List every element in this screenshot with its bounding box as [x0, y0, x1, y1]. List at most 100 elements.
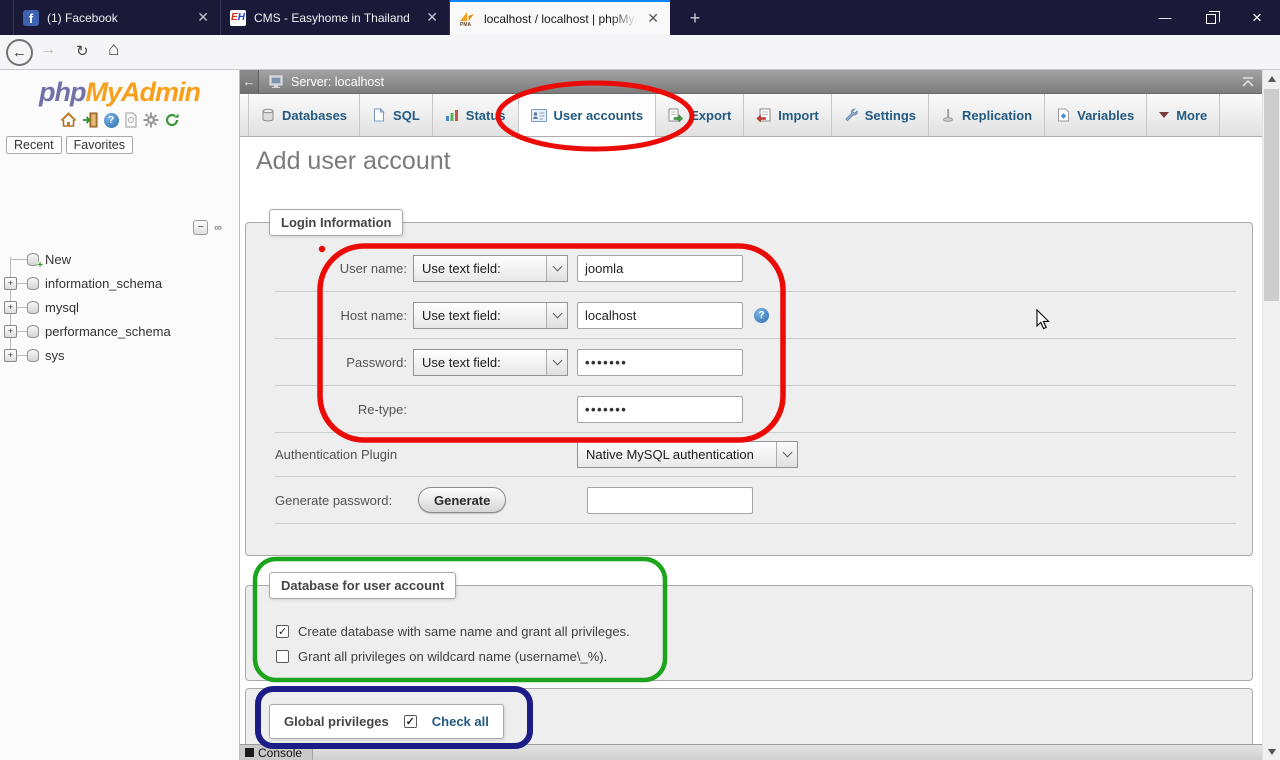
refresh-icon[interactable]: [164, 112, 180, 128]
help-icon[interactable]: ?: [104, 113, 119, 128]
retype-row: Re-type:: [275, 386, 1236, 433]
username-row: User name: Use text field:: [275, 245, 1236, 292]
hostname-label: Host name:: [275, 308, 407, 323]
tree-item-information-schema[interactable]: + information_schema: [0, 271, 240, 295]
restore-icon: [1206, 14, 1216, 24]
panel-back-button[interactable]: ←: [240, 70, 259, 94]
export-icon: [668, 108, 683, 122]
scrollbar-thumb[interactable]: [1264, 89, 1279, 301]
tab-title: (1) Facebook: [47, 11, 187, 25]
favorites-button[interactable]: Favorites: [66, 136, 133, 154]
expand-icon[interactable]: +: [4, 277, 17, 290]
password-input[interactable]: [577, 349, 743, 376]
variables-icon: [1057, 108, 1070, 122]
check-all-label[interactable]: Check all: [432, 714, 489, 729]
tab-databases[interactable]: Databases: [248, 94, 360, 136]
forward-button[interactable]: →: [40, 41, 56, 59]
expand-icon[interactable]: +: [4, 325, 17, 338]
username-type-select[interactable]: Use text field:: [413, 255, 568, 282]
database-icon: [27, 325, 39, 338]
browser-tab-facebook[interactable]: f (1) Facebook ✕: [13, 0, 221, 35]
create-db-checkbox-row: ✓ Create database with same name and gra…: [276, 619, 1236, 644]
database-icon: [27, 301, 39, 314]
page-title: Add user account: [256, 147, 1262, 176]
pma-sidebar: phpMyAdmin ?: [0, 70, 240, 760]
check-all-checkbox[interactable]: ✓: [404, 715, 417, 728]
browser-tab-phpmyadmin-active[interactable]: PMA localhost / localhost | phpMyAd ✕: [450, 0, 670, 35]
tab-status[interactable]: Status: [433, 94, 519, 136]
import-icon: [756, 108, 771, 122]
settings-gear-icon[interactable]: [143, 112, 159, 128]
login-information-legend: Login Information: [269, 209, 403, 236]
collapse-all-icon[interactable]: −: [193, 220, 208, 235]
tree-item-performance-schema[interactable]: + performance_schema: [0, 319, 240, 343]
vertical-scrollbar: [1262, 70, 1280, 760]
auth-plugin-select[interactable]: Native MySQL authentication: [577, 441, 798, 468]
create-db-checkbox[interactable]: ✓: [276, 625, 289, 638]
minimize-button[interactable]: —: [1142, 0, 1188, 35]
page-content: Add user account Login Information User …: [240, 137, 1262, 744]
tab-settings[interactable]: Settings: [832, 94, 929, 136]
back-button[interactable]: ←: [6, 39, 33, 66]
browser-toolbar: ← → ↻ ⌂ i localhost/phpMyAdmin/server_pr…: [0, 35, 1280, 70]
generate-password-row: Generate password: Generate: [275, 477, 1236, 524]
cms-site-icon: EH: [230, 10, 246, 26]
server-breadcrumb-bar: ← Server: localhost: [240, 70, 1262, 94]
hostname-input[interactable]: [577, 302, 743, 329]
browser-tab-cms[interactable]: EH CMS - Easyhome in Thailand ✕: [221, 0, 450, 35]
generate-button[interactable]: Generate: [418, 487, 506, 513]
grant-wildcard-label[interactable]: Grant all privileges on wildcard name (u…: [298, 649, 607, 664]
tree-tools: − ∞: [193, 220, 219, 235]
sql-icon: [372, 108, 386, 122]
link-panel-icon[interactable]: ∞: [214, 222, 219, 234]
tab-variables[interactable]: Variables: [1045, 94, 1147, 136]
grant-wildcard-checkbox[interactable]: [276, 650, 289, 663]
tree-item-sys[interactable]: + sys: [0, 343, 240, 367]
tab-title: localhost / localhost | phpMyAd: [484, 12, 637, 26]
docs-icon[interactable]: [124, 112, 138, 128]
tree-item-new[interactable]: New: [0, 247, 240, 271]
tab-close-icon[interactable]: ✕: [424, 9, 440, 26]
tab-sql[interactable]: SQL: [360, 94, 433, 136]
tab-import[interactable]: Import: [744, 94, 831, 136]
console-toggle[interactable]: Console: [240, 745, 313, 760]
grant-wildcard-checkbox-row: Grant all privileges on wildcard name (u…: [276, 644, 1236, 669]
collapse-panel-icon[interactable]: [1241, 76, 1255, 88]
username-input[interactable]: [577, 255, 743, 282]
tab-user-accounts[interactable]: User accounts: [519, 94, 657, 136]
username-label: User name:: [275, 261, 407, 276]
recent-button[interactable]: Recent: [6, 136, 62, 154]
reload-button[interactable]: ↻: [76, 42, 89, 60]
database-icon: [27, 349, 39, 362]
expand-icon[interactable]: +: [4, 301, 17, 314]
tab-close-icon[interactable]: ✕: [195, 9, 211, 26]
close-button[interactable]: ×: [1234, 0, 1280, 35]
replication-icon: [941, 108, 955, 122]
database-icon: [27, 277, 39, 290]
settings-wrench-icon: [844, 108, 858, 122]
password-type-select[interactable]: Use text field:: [413, 349, 568, 376]
tab-more[interactable]: More: [1147, 94, 1220, 136]
sidebar-icon-row: ?: [0, 111, 239, 129]
generated-password-input[interactable]: [587, 487, 753, 514]
tab-close-icon[interactable]: ✕: [645, 10, 661, 27]
console-icon: [245, 748, 254, 757]
home-button[interactable]: ⌂: [108, 39, 119, 61]
restore-button[interactable]: [1188, 0, 1234, 35]
select-arrow-icon: [776, 442, 797, 467]
new-tab-button[interactable]: +: [682, 5, 708, 31]
home-icon[interactable]: [60, 112, 77, 128]
expand-icon[interactable]: +: [4, 349, 17, 362]
retype-label: Re-type:: [275, 402, 407, 417]
tab-replication[interactable]: Replication: [929, 94, 1045, 136]
global-privileges-title: Global privileges: [284, 714, 389, 729]
hostname-type-select[interactable]: Use text field:: [413, 302, 568, 329]
create-db-label[interactable]: Create database with same name and grant…: [298, 624, 630, 639]
scroll-down-button[interactable]: [1263, 743, 1280, 760]
hostname-help-icon[interactable]: ?: [754, 308, 769, 323]
logout-door-icon[interactable]: [82, 112, 99, 128]
scroll-up-button[interactable]: [1263, 70, 1280, 87]
retype-password-input[interactable]: [577, 396, 743, 423]
tab-export[interactable]: Export: [656, 94, 744, 136]
tree-item-mysql[interactable]: + mysql: [0, 295, 240, 319]
